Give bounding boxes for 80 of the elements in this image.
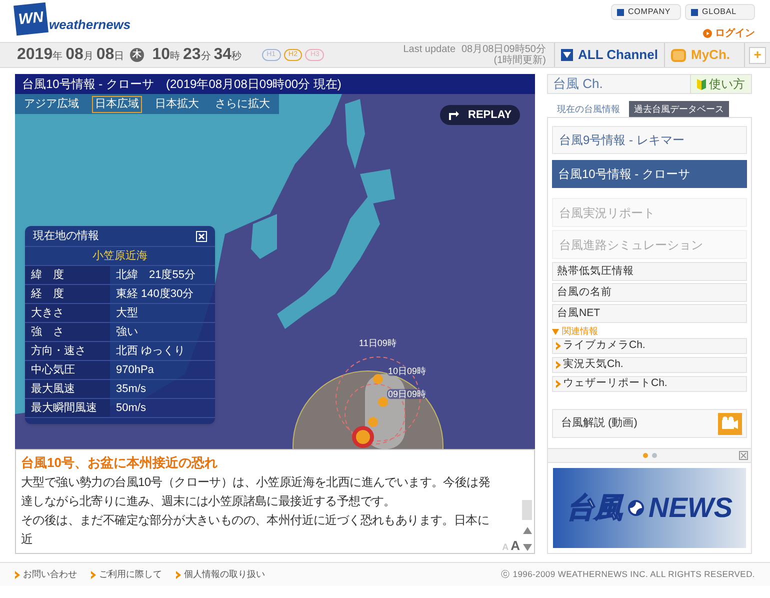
replay-icon xyxy=(448,110,460,120)
info-value: 北西 ゆっくり xyxy=(115,344,186,359)
font-size-button[interactable]: A xyxy=(510,539,520,552)
video-camera-icon xyxy=(718,412,742,434)
help-button[interactable]: 使い方 xyxy=(690,75,751,93)
info-panel-title: 現在地の情報 xyxy=(33,228,99,244)
sidebar-tab[interactable]: 過去台風データベース xyxy=(629,101,729,117)
track-time-label: 09日09時 xyxy=(387,389,428,399)
info-label: 緯 度 xyxy=(25,266,110,284)
header-link[interactable]: GLOBAL xyxy=(685,4,755,20)
chevron-icon xyxy=(91,570,96,578)
date-text: 2019年 08月 08日 xyxy=(17,45,124,65)
typhoon-item[interactable]: 台風10号情報 - クローサ xyxy=(552,160,747,188)
info-value: 北緯 21度55分 xyxy=(115,268,196,283)
info-value: 970hPa xyxy=(115,362,154,378)
info-label: 強 さ xyxy=(25,323,110,341)
banner-title: 台風 xyxy=(566,491,622,525)
scroll-down-icon[interactable] xyxy=(522,544,532,551)
weekday-badge: 木 xyxy=(130,48,144,62)
chevron-icon xyxy=(556,380,561,388)
all-channel-button[interactable]: ALL Channel xyxy=(554,43,664,67)
copyright-text: ⓒ 1996-2009 WEATHERNEWS INC. ALL RIGHTS RESERVED. xyxy=(500,568,755,581)
info-label: 中心気圧 xyxy=(25,361,110,379)
track-time-label: 10日09時 xyxy=(387,366,428,376)
track-time-label: 11日09時 xyxy=(358,338,398,348)
triangle-icon xyxy=(552,328,559,334)
chevron-icon xyxy=(176,570,181,578)
replay-button[interactable]: REPLAY xyxy=(440,105,520,125)
typhoon-icon xyxy=(626,499,644,517)
typhoon-item[interactable]: 台風9号情報 - レキマー xyxy=(552,126,747,154)
scroll-up-icon[interactable] xyxy=(522,527,532,534)
info-value: 大型 xyxy=(115,306,138,321)
related-link[interactable]: ライブカメラCh. xyxy=(552,338,747,354)
map-tab[interactable]: アジア広域 xyxy=(21,96,82,112)
last-update-label: Last update xyxy=(403,44,456,55)
map-tab[interactable]: さらに拡大 xyxy=(212,96,273,112)
beginner-mark-icon xyxy=(697,78,706,90)
footer-link[interactable]: ご利用に際して xyxy=(91,568,162,582)
news-banner[interactable]: 台風 NEWS xyxy=(553,468,746,548)
article-paragraph: その後は、まだ不確定な部分が大きいものの、本州付近に近づく恐れもあります。日本に近 xyxy=(21,512,490,548)
chevron-icon xyxy=(556,342,561,350)
info-value: 東経 140度30分 xyxy=(115,286,194,302)
related-link[interactable]: 実況天気Ch. xyxy=(552,357,747,373)
info-label: 最大風速 xyxy=(25,380,110,398)
sidebar-link[interactable]: 台風NET xyxy=(552,304,747,323)
banner-news-text: NEWS xyxy=(648,491,732,525)
info-label: 経 度 xyxy=(25,285,110,303)
header-link[interactable]: COMPANY xyxy=(611,4,681,20)
scrollbar-thumb[interactable] xyxy=(522,500,532,520)
article-headline: 台風10号、お盆に本州接近の恐れ xyxy=(21,454,218,472)
close-icon[interactable] xyxy=(196,230,207,242)
logo-mark[interactable]: WN xyxy=(14,2,48,36)
chevron-icon xyxy=(556,361,561,369)
article-paragraph: 大型で強い勢力の台風10号（クローサ）は、小笠原近海を北西に進んでいます。今後は発達しながら北寄りに進み、週末には小笠原諸島に最接近する予想です。 xyxy=(21,474,492,510)
update-note: (1時間更新) xyxy=(494,55,546,66)
play-icon xyxy=(703,29,712,38)
info-value: 50m/s xyxy=(115,400,146,416)
info-value: 強い xyxy=(115,324,138,340)
time-text: 10時 23分 34秒 xyxy=(152,45,242,65)
footer-link[interactable]: お問い合わせ xyxy=(15,568,77,582)
area-name: 小笠原近海 xyxy=(25,246,215,266)
chevron-icon xyxy=(15,570,20,578)
dropdown-icon xyxy=(561,49,573,61)
info-label: 方向・速さ xyxy=(25,342,110,360)
last-update-time: 08月08日09時50分 xyxy=(462,44,546,55)
sidebar-link[interactable]: 熱帯低気圧情報 xyxy=(552,262,747,281)
info-label: 最大瞬間風速 xyxy=(25,399,110,417)
video-item[interactable]: 台風解説 (動画) xyxy=(552,409,747,438)
logo-text[interactable]: weathernews xyxy=(49,14,131,34)
expand-icon[interactable] xyxy=(739,451,748,460)
map-tab[interactable]: 日本拡大 xyxy=(152,96,202,112)
map-tab[interactable]: 日本広域 xyxy=(92,96,142,112)
sidebar-title: 台風 Ch. xyxy=(553,75,603,94)
info-label: 大きさ xyxy=(25,304,110,322)
info-value: 35m/s xyxy=(115,382,146,397)
sidebar-link[interactable]: 台風の名前 xyxy=(552,283,747,302)
footer-link[interactable]: 個人情報の取り扱い xyxy=(176,568,265,582)
related-link[interactable]: ウェザーリポートCh. xyxy=(552,376,747,392)
login-link[interactable]: ログイン xyxy=(703,26,755,41)
map-title-bar: 台風10号情報 - クローサ (2019年08月08日09時00分 現在) xyxy=(15,74,535,94)
